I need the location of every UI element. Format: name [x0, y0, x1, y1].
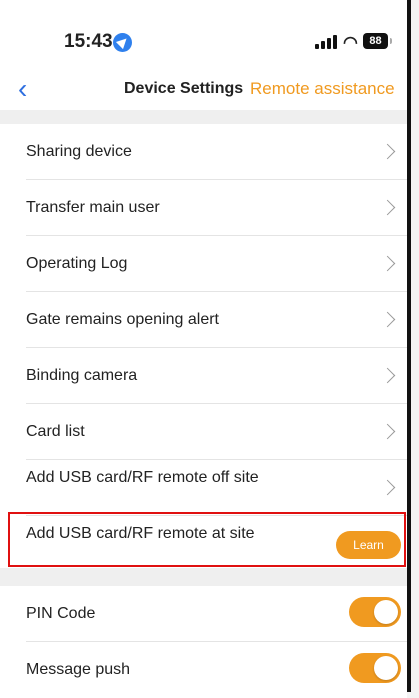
- chevron-right-icon: [371, 362, 401, 390]
- pin-code-toggle[interactable]: [349, 597, 401, 627]
- page-title: Device Settings: [124, 80, 244, 97]
- settings-row-card-list[interactable]: Card list: [0, 404, 407, 460]
- phone-screen: 15:43 ◠ 88 ‹ Device Settings Remote assi…: [0, 0, 411, 698]
- status-bar: 15:43 ◠ 88: [0, 0, 407, 70]
- section-divider: [0, 110, 407, 124]
- section-divider: [0, 568, 407, 586]
- row-label: Sharing device: [26, 143, 132, 160]
- battery-icon: 88: [363, 33, 388, 49]
- settings-row-sharing-device[interactable]: Sharing device: [0, 124, 407, 180]
- message-push-toggle[interactable]: [349, 653, 401, 683]
- settings-row-binding-camera[interactable]: Binding camera: [0, 348, 407, 404]
- toggle-knob: [374, 656, 398, 680]
- settings-list: Sharing device Transfer main user Operat…: [0, 124, 407, 572]
- chevron-right-icon: [371, 194, 401, 222]
- chevron-right-icon: [371, 138, 401, 166]
- settings-row-operating-log[interactable]: Operating Log: [0, 236, 407, 292]
- location-arrow-icon: [113, 33, 132, 52]
- settings-row-message-push: Message push: [0, 642, 407, 698]
- row-label: Transfer main user: [26, 199, 160, 216]
- settings-row-pin-code: PIN Code: [0, 586, 407, 642]
- row-label: Add USB card/RF remote off site: [26, 469, 259, 486]
- back-chevron-icon[interactable]: ‹: [18, 75, 27, 103]
- chevron-right-icon: [371, 306, 401, 334]
- settings-row-add-usb-off-site[interactable]: Add USB card/RF remote off site: [0, 460, 407, 516]
- chevron-right-icon: [371, 250, 401, 278]
- row-label: Card list: [26, 423, 85, 440]
- toggle-knob: [374, 600, 398, 624]
- highlight-box: [8, 512, 406, 567]
- row-label: Operating Log: [26, 255, 128, 272]
- wifi-icon: ◠: [343, 33, 358, 52]
- row-label: Binding camera: [26, 367, 138, 384]
- status-time: 15:43: [64, 31, 113, 52]
- navigation-bar: ‹ Device Settings Remote assistance: [0, 70, 407, 110]
- toggle-list: PIN Code Message push: [0, 586, 407, 698]
- battery-tip: [390, 38, 392, 44]
- settings-row-gate-open-alert[interactable]: Gate remains opening alert: [0, 292, 407, 348]
- row-label: Gate remains opening alert: [26, 311, 219, 328]
- remote-assistance-link[interactable]: Remote assistance: [250, 79, 395, 99]
- cellular-signal-icon: [315, 35, 340, 49]
- row-label: Message push: [26, 661, 131, 678]
- chevron-right-icon: [371, 418, 401, 446]
- settings-row-transfer-main-user[interactable]: Transfer main user: [0, 180, 407, 236]
- chevron-right-icon: [371, 474, 401, 502]
- row-label: PIN Code: [26, 605, 96, 622]
